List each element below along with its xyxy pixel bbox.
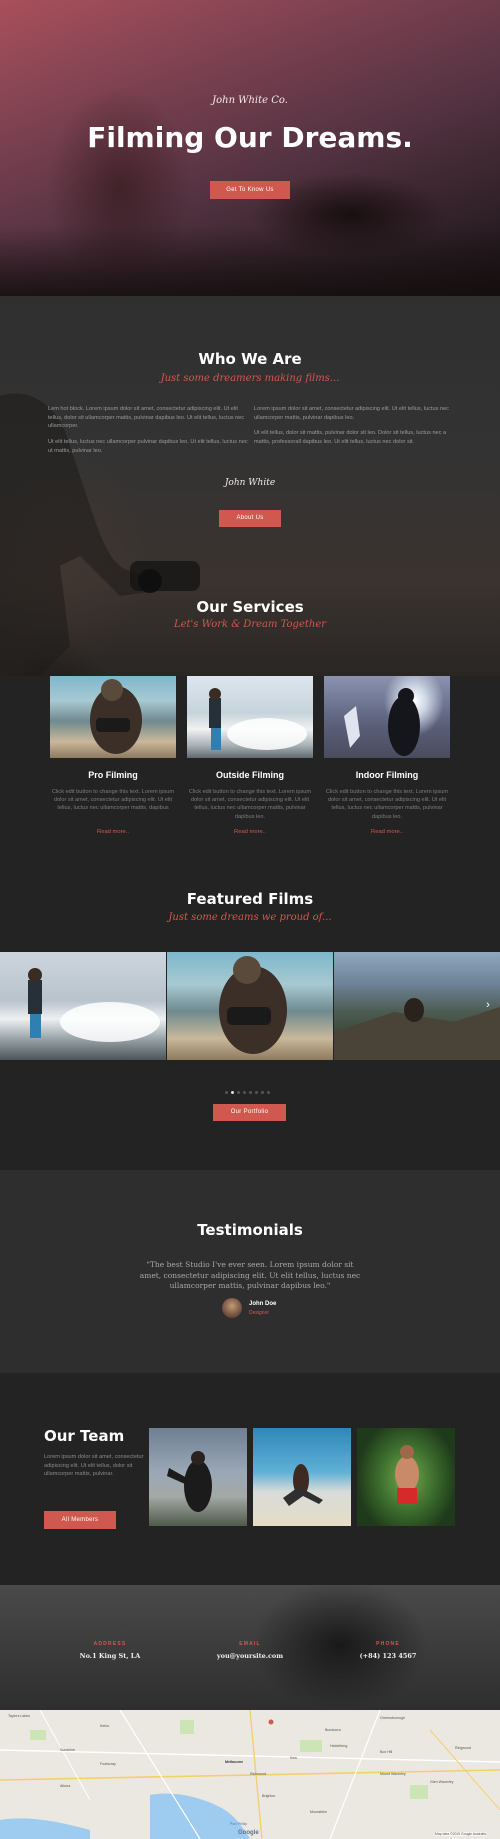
carousel-dot-active[interactable] <box>231 1091 234 1094</box>
hero-shade <box>0 226 500 296</box>
carousel-dot[interactable] <box>255 1091 258 1094</box>
map-label: Altona <box>60 1784 71 1788</box>
carousel-dot[interactable] <box>267 1091 270 1094</box>
read-more-link[interactable]: Read more.. <box>50 828 176 836</box>
who-col1-p2: Ut elit tellus, luctus nec ullamcorper p… <box>48 439 248 454</box>
pro-filming-image <box>50 676 176 758</box>
map-label: Kew <box>290 1756 297 1760</box>
who-col2-p2: Ut elit tellus, dolor sit mattis, pulvin… <box>254 430 447 445</box>
services-section: Pro Filming Outside Filming Indoor Filmi… <box>0 676 500 1170</box>
who-subtitle: Just some dreamers making films... <box>160 373 340 384</box>
featured-films-title: Featured Films <box>186 890 314 908</box>
carousel-dot[interactable] <box>249 1091 252 1094</box>
team-member-image <box>253 1428 351 1526</box>
team-title: Our Team <box>44 1427 125 1445</box>
testimonial-role: Designer <box>249 1310 270 1316</box>
who-col1-p1: Lem hot block. Lorem ipsum dolor sit ame… <box>48 406 245 430</box>
map-label: Taylors Lakes <box>8 1714 30 1718</box>
map-embed[interactable]: Taylors Lakes Greensborough Keilor Bundo… <box>0 1710 500 1839</box>
email-label: EMAIL <box>239 1641 261 1647</box>
outside-filming-image <box>187 676 313 758</box>
carousel-dot[interactable] <box>243 1091 246 1094</box>
service-desc: Click edit button to change this text. L… <box>325 789 449 820</box>
map-label: Port Phillip <box>230 1822 248 1826</box>
about-us-button[interactable]: About Us <box>219 510 281 527</box>
map-label: Melbourne <box>225 1760 244 1764</box>
map-label: Box Hill <box>380 1750 393 1754</box>
map-label: Heidelberg <box>330 1744 348 1748</box>
map-label: Keilor <box>100 1724 110 1728</box>
map-label: Sunshine <box>60 1748 75 1752</box>
chevron-right-icon[interactable]: › <box>482 998 494 1012</box>
contact-section: ADDRESS No.1 King St, LA EMAIL you@yours… <box>0 1585 500 1710</box>
films-carousel[interactable]: › <box>0 952 500 1060</box>
map-label: Greensborough <box>380 1716 405 1720</box>
testimonials-title: Testimonials <box>197 1221 303 1239</box>
map-label: Richmond <box>250 1772 267 1776</box>
address-label: ADDRESS <box>93 1641 127 1647</box>
phone-value[interactable]: (+84) 123 4567 <box>333 1652 443 1660</box>
who-col2-p1: Lorem ipsum dolor sit amet, consectetur … <box>254 406 449 421</box>
who-signature: John White <box>224 478 276 488</box>
map-label: Brighton <box>262 1794 276 1798</box>
hero-title: Filming Our Dreams. <box>87 121 413 154</box>
services-title: Our Services <box>196 598 304 616</box>
carousel-dots <box>225 1091 275 1095</box>
services-subtitle: Let's Work & Dream Together <box>173 619 327 630</box>
hero-section: John White Co. Filming Our Dreams. Get T… <box>0 0 500 296</box>
avatar <box>222 1298 242 1318</box>
who-title: Who We Are <box>198 350 302 368</box>
testimonial-name: John Doe <box>249 1301 277 1307</box>
map-label: Mount Waverley <box>380 1772 406 1776</box>
featured-films-subtitle: Just some dreams we proud of... <box>168 912 332 923</box>
service-desc: Click edit button to change this text. L… <box>51 789 175 812</box>
carousel-dot[interactable] <box>225 1091 228 1094</box>
hero-signature: John White Co. <box>212 95 288 106</box>
film-slide[interactable] <box>334 952 500 1060</box>
email-value[interactable]: you@yoursite.com <box>195 1652 305 1660</box>
map-label: Moorabbin <box>310 1810 327 1814</box>
film-slide[interactable] <box>167 952 333 1060</box>
our-portfolio-button[interactable]: Our Portfolio <box>213 1104 286 1121</box>
testimonial-quote: "The best Studio I've ever seen. Lorem i… <box>139 1260 361 1290</box>
indoor-filming-image <box>324 676 450 758</box>
map-label: Ringwood <box>455 1746 471 1750</box>
carousel-dot[interactable] <box>237 1091 240 1094</box>
film-slide[interactable] <box>0 952 166 1060</box>
map-label: Footscray <box>100 1762 116 1766</box>
map-label: Bundoora <box>325 1728 341 1732</box>
get-to-know-us-button[interactable]: Get To Know Us <box>210 181 290 199</box>
testimonials-section: Testimonials "The best Studio I've ever … <box>0 1170 500 1373</box>
team-member-image <box>357 1428 455 1526</box>
map-footer: Map data ©2019 Google Australia <box>435 1832 486 1836</box>
read-more-link[interactable]: Read more.. <box>324 828 450 836</box>
all-members-button[interactable]: All Members <box>44 1511 116 1529</box>
phone-label: PHONE <box>376 1641 400 1647</box>
team-desc: Lorem ipsum dolor sit amet, consectetur … <box>44 1454 144 1478</box>
team-section: Our Team Lorem ipsum dolor sit amet, con… <box>0 1373 500 1585</box>
carousel-dot[interactable] <box>261 1091 264 1094</box>
address-value: No.1 King St, LA <box>79 1652 141 1660</box>
google-logo: Google <box>238 1830 259 1836</box>
read-more-link[interactable]: Read more.. <box>187 828 313 836</box>
map-label: Glen Waverley <box>430 1780 454 1784</box>
service-desc: Click edit button to change this text. L… <box>188 789 312 820</box>
team-member-image <box>149 1428 247 1526</box>
who-we-are-section: Who We Are Just some dreamers making fil… <box>0 296 500 676</box>
